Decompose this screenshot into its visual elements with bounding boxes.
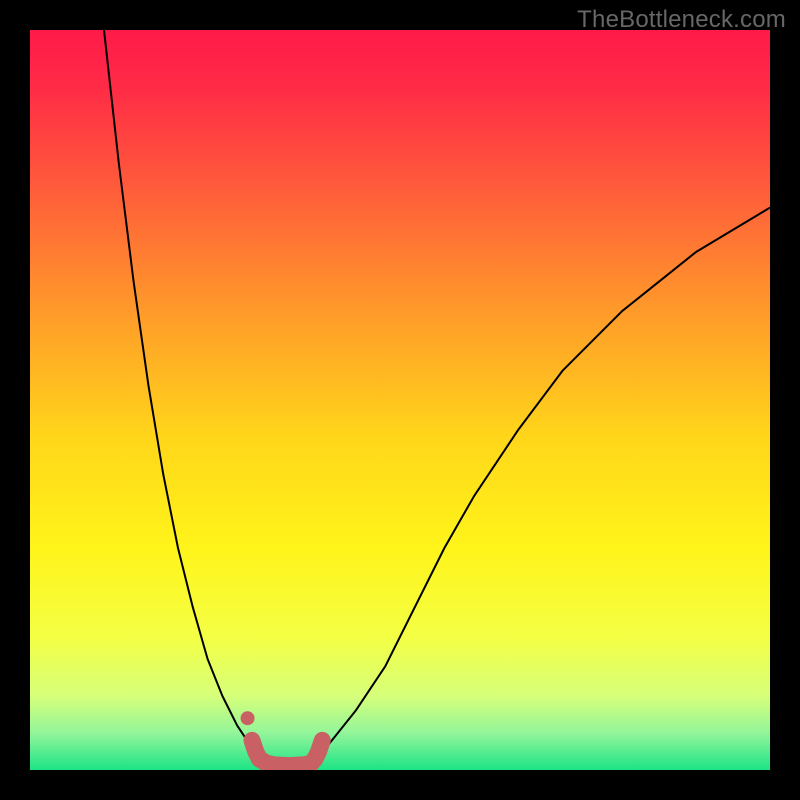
- valley-marker-dot: [241, 711, 255, 725]
- chart-gradient-bg: [30, 30, 770, 770]
- watermark-label: TheBottleneck.com: [577, 6, 786, 34]
- chart-plot-area: [30, 30, 770, 770]
- chart-svg: [30, 30, 770, 770]
- outer-frame: TheBottleneck.com: [0, 0, 800, 800]
